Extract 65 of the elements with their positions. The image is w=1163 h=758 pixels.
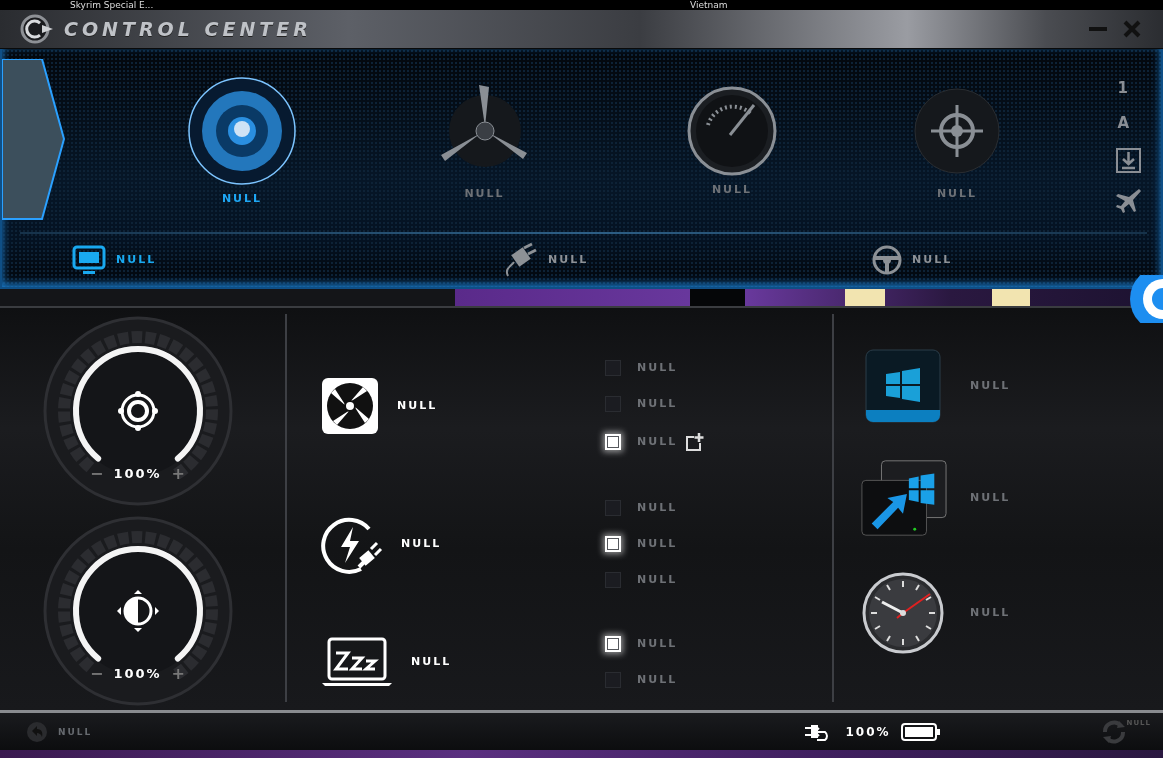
group-label: NULL xyxy=(411,655,452,669)
checkbox[interactable] xyxy=(605,433,621,450)
mode-tab[interactable]: NULL xyxy=(662,84,802,196)
option-label: NULL xyxy=(637,573,678,587)
sub-tab[interactable]: NULL xyxy=(872,244,1161,275)
close-icon xyxy=(1123,19,1141,38)
steering-wheel-icon xyxy=(872,244,902,275)
decrease-button[interactable]: − xyxy=(88,465,106,482)
option-label: NULL xyxy=(637,537,678,551)
speaker-icon xyxy=(117,390,158,431)
decrease-button[interactable]: − xyxy=(88,665,106,682)
fan-icon xyxy=(321,376,379,435)
dial-knob[interactable] xyxy=(43,316,232,506)
checkbox[interactable] xyxy=(605,499,621,516)
app-launch-button[interactable] xyxy=(858,457,948,538)
group-label: NULL xyxy=(401,537,442,551)
increase-button[interactable]: + xyxy=(169,665,187,682)
windows-logo-icon xyxy=(864,347,942,424)
checkbox[interactable] xyxy=(605,635,621,652)
download-button[interactable] xyxy=(1115,147,1141,173)
checkbox[interactable] xyxy=(605,535,621,552)
checkbox[interactable] xyxy=(605,571,621,588)
gauge-icon xyxy=(686,84,778,177)
refresh-icon xyxy=(1100,718,1127,745)
option-label: NULL xyxy=(637,637,678,651)
option-label: NULL xyxy=(637,397,678,411)
airplane-mode-button[interactable] xyxy=(1115,186,1141,213)
profile-button[interactable]: 1 xyxy=(1117,77,1139,99)
status-label: NULL xyxy=(58,726,93,737)
add-window-icon xyxy=(685,431,706,452)
desktop-icon-label[interactable]: Skyrim Special E... xyxy=(70,0,154,10)
app-label: NULL xyxy=(970,379,1011,393)
dial-reading: 100% xyxy=(113,466,162,482)
profile-button[interactable]: A xyxy=(1117,112,1139,134)
option-label: NULL xyxy=(637,435,678,449)
battery-reading: 100% xyxy=(845,724,891,739)
dial-knob[interactable] xyxy=(43,516,232,706)
checkbox[interactable] xyxy=(605,359,621,376)
airplane-icon xyxy=(1115,186,1141,213)
app-label: NULL xyxy=(970,491,1011,505)
remote-desktop-icon xyxy=(858,457,948,538)
battery-icon xyxy=(900,722,941,741)
app-label: NULL xyxy=(970,606,1011,620)
sleeping-laptop-icon xyxy=(321,636,393,687)
dial-reading: 100% xyxy=(113,666,162,682)
mode-tab[interactable]: NULL xyxy=(414,80,555,200)
download-icon xyxy=(1115,147,1141,173)
monitor-icon xyxy=(72,244,106,275)
minimize-icon xyxy=(1089,26,1107,31)
increase-button[interactable]: + xyxy=(169,465,187,482)
logo-icon xyxy=(20,13,54,44)
speaker-icon xyxy=(187,75,297,186)
sub-tab[interactable]: NULL xyxy=(72,244,502,275)
desktop-icon-label[interactable]: Vietnam xyxy=(690,0,728,10)
add-button[interactable] xyxy=(685,431,706,452)
sub-tab[interactable]: NULL xyxy=(502,241,872,278)
window-title: CONTROL CENTER xyxy=(64,17,313,40)
mode-tab[interactable]: NULL xyxy=(887,80,1027,200)
mode-tab[interactable]: NULL xyxy=(172,75,312,205)
option-label: NULL xyxy=(637,673,678,687)
option-label: NULL xyxy=(637,501,678,515)
clock-icon xyxy=(862,571,944,654)
contrast-icon xyxy=(116,589,159,632)
option-label: NULL xyxy=(637,361,678,375)
group-label: NULL xyxy=(397,399,438,413)
